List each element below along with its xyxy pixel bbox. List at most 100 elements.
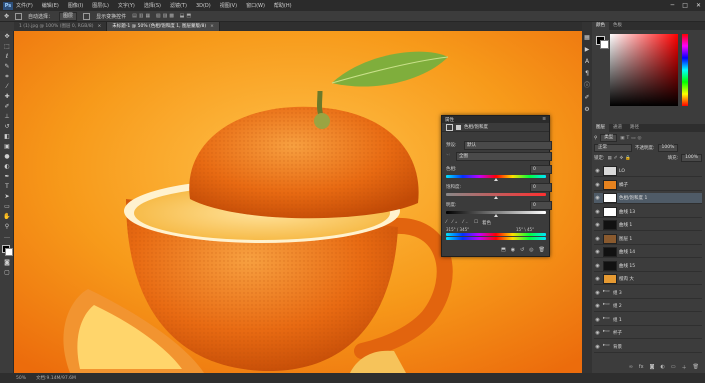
filter-kind-dropdown[interactable]: 类型 [600, 134, 618, 142]
properties-header[interactable]: 属性 ≡ [442, 116, 549, 123]
tab-swatches[interactable]: 色板 [609, 22, 626, 30]
history-brush-icon[interactable]: ↺ [3, 123, 11, 131]
visibility-eye-icon[interactable]: ◉ [594, 303, 601, 309]
color-picker-field[interactable] [610, 34, 678, 106]
visibility-eye-icon[interactable]: ◉ [594, 249, 601, 255]
quick-mask-icon[interactable]: ◙ [3, 259, 11, 267]
layer-row[interactable]: ◉ 橙肉 大 [594, 274, 702, 285]
hand-tool-icon[interactable]: ✋ [3, 213, 11, 221]
visibility-eye-icon[interactable]: ◉ [594, 182, 601, 188]
stamp-tool-icon[interactable]: ⊥ [3, 113, 11, 121]
fill-input[interactable]: 100% [681, 154, 702, 162]
menu-type[interactable]: 文字(Y) [118, 2, 135, 9]
layer-row[interactable]: ◉ 曲线 14 [594, 247, 702, 258]
new-group-icon[interactable]: ▭ [671, 364, 676, 370]
crop-tool-icon[interactable]: ⌗ [3, 73, 11, 81]
tab-document-2[interactable]: 未标题-1 @ 50% (色相/饱和度 1, 图层蒙版/8) × [107, 22, 220, 31]
visibility-eye-icon[interactable]: ◉ [594, 209, 601, 215]
actions-panel-icon[interactable]: ▶ [583, 46, 591, 54]
zoom-level[interactable]: 50% [16, 376, 26, 381]
adjustment-layer-icon[interactable]: ◐ [661, 364, 665, 370]
menu-help[interactable]: 帮助(H) [274, 2, 292, 9]
channel-dropdown[interactable]: 全图 [456, 152, 552, 161]
layer-row[interactable]: ◉ 色相/饱和度 1 [594, 193, 702, 204]
tab-color[interactable]: 颜色 [592, 22, 609, 30]
lasso-tool-icon[interactable]: ℓ [3, 53, 11, 61]
filter-icons[interactable]: ▣T▭◎ [620, 136, 643, 141]
layer-row[interactable]: ◉ 曲线 13 [594, 206, 702, 218]
blur-tool-icon[interactable]: ● [3, 153, 11, 161]
new-layer-icon[interactable]: ＋ [682, 364, 687, 371]
saturation-value-input[interactable]: 0 [530, 183, 552, 192]
visibility-eye-icon[interactable]: ◉ [594, 276, 601, 282]
marquee-tool-icon[interactable]: ⬚ [3, 43, 11, 51]
history-panel-icon[interactable]: ▦ [583, 34, 591, 42]
lock-icons[interactable]: ▦✐✥🔒 [608, 156, 633, 161]
visibility-eye-icon[interactable]: ◉ [594, 290, 601, 296]
properties-panel-icon[interactable]: ⚙ [583, 106, 591, 114]
reset-icon[interactable]: ↺ [520, 247, 524, 257]
layer-row[interactable]: ◉ ▸▭ 组 1 [594, 315, 702, 326]
layer-row[interactable]: ◉ ▸▭ 背景 [594, 342, 702, 353]
transform-checkbox[interactable] [83, 12, 91, 20]
path-select-tool-icon[interactable]: ➤ [3, 193, 11, 201]
hue-value-input[interactable]: 0 [530, 165, 552, 174]
dodge-tool-icon[interactable]: ◐ [3, 163, 11, 171]
layer-row[interactable]: ◉ ▸▭ 组 2 [594, 301, 702, 312]
visibility-icon[interactable]: ◎ [529, 247, 533, 257]
menu-edit[interactable]: 编辑(E) [42, 2, 59, 9]
clip-to-layer-icon[interactable]: ⬒ [501, 247, 506, 257]
link-layers-icon[interactable]: ∞ [629, 364, 633, 370]
lightness-slider-handle[interactable] [494, 214, 498, 217]
move-tool-icon[interactable]: ✥ [4, 13, 9, 20]
blend-mode-dropdown[interactable]: 正常 [594, 144, 632, 152]
view-previous-icon[interactable]: ◉ [511, 247, 515, 257]
more-tools-icon[interactable]: … [3, 233, 11, 241]
delete-icon[interactable]: 🗑 [539, 247, 545, 257]
brush-panel-icon[interactable]: ✐ [583, 94, 591, 102]
tab-channels[interactable]: 通道 [609, 124, 626, 132]
align-icons[interactable]: ▤▥▦ ▧▨▩ ⬓⬒ [132, 13, 193, 19]
layer-row[interactable]: ◉ 曲线 15 [594, 260, 702, 272]
close-icon[interactable]: × [210, 24, 214, 29]
saturation-slider-handle[interactable] [494, 196, 498, 199]
layer-row[interactable]: ◉ 橘子 [594, 179, 702, 191]
panel-close-icon[interactable]: ≡ [542, 117, 546, 122]
opacity-input[interactable]: 100% [657, 144, 679, 152]
type-tool-icon[interactable]: T [3, 183, 11, 191]
eraser-tool-icon[interactable]: ◧ [3, 133, 11, 141]
mask-icon[interactable] [456, 124, 461, 130]
menu-file[interactable]: 文件(F) [16, 2, 33, 9]
minimize-button[interactable]: ─ [671, 2, 675, 9]
lightness-value-input[interactable]: 0 [530, 201, 552, 210]
menu-window[interactable]: 窗口(W) [246, 2, 265, 9]
add-mask-icon[interactable]: ◙ [650, 364, 655, 370]
tab-paths[interactable]: 路径 [626, 124, 643, 132]
menu-filter[interactable]: 滤镜(T) [170, 2, 187, 9]
info-panel-icon[interactable]: ⓘ [583, 82, 591, 90]
menu-image[interactable]: 图像(I) [68, 2, 83, 9]
maximize-button[interactable]: □ [682, 2, 688, 9]
background-color-swatch[interactable] [5, 248, 13, 256]
gradient-tool-icon[interactable]: ▣ [3, 143, 11, 151]
layer-row[interactable]: ◉ ▸▭ 组 3 [594, 288, 702, 299]
hue-slider-handle[interactable] [494, 178, 498, 181]
tab-document-1[interactable]: 1 (1).jpg @ 100% (图层 0, RGB/8) × [14, 22, 108, 31]
layer-row[interactable]: ◉ ▸▭ 杯子 [594, 328, 702, 339]
auto-select-checkbox[interactable] [15, 12, 23, 20]
panel-bg-swatch[interactable] [600, 40, 609, 49]
paragraph-panel-icon[interactable]: ¶ [583, 70, 591, 78]
close-button[interactable]: ✕ [696, 2, 701, 9]
colorize-checkbox[interactable]: ☐ [474, 220, 478, 225]
pen-tool-icon[interactable]: ✒ [3, 173, 11, 181]
preset-dropdown[interactable]: 默认 [464, 141, 552, 150]
filter-search-icon[interactable]: ⚲ [594, 136, 597, 141]
visibility-eye-icon[interactable]: ◉ [594, 195, 601, 201]
layer-row[interactable]: ◉ 图层 1 [594, 233, 702, 245]
layer-style-icon[interactable]: fx [639, 364, 644, 370]
eyedropper-tool-icon[interactable]: ⁄ [3, 83, 11, 91]
delete-layer-icon[interactable]: 🗑 [693, 364, 699, 370]
menu-select[interactable]: 选择(S) [144, 2, 161, 9]
character-panel-icon[interactable]: A [583, 58, 591, 66]
hue-spectrum-bar[interactable] [682, 34, 688, 106]
